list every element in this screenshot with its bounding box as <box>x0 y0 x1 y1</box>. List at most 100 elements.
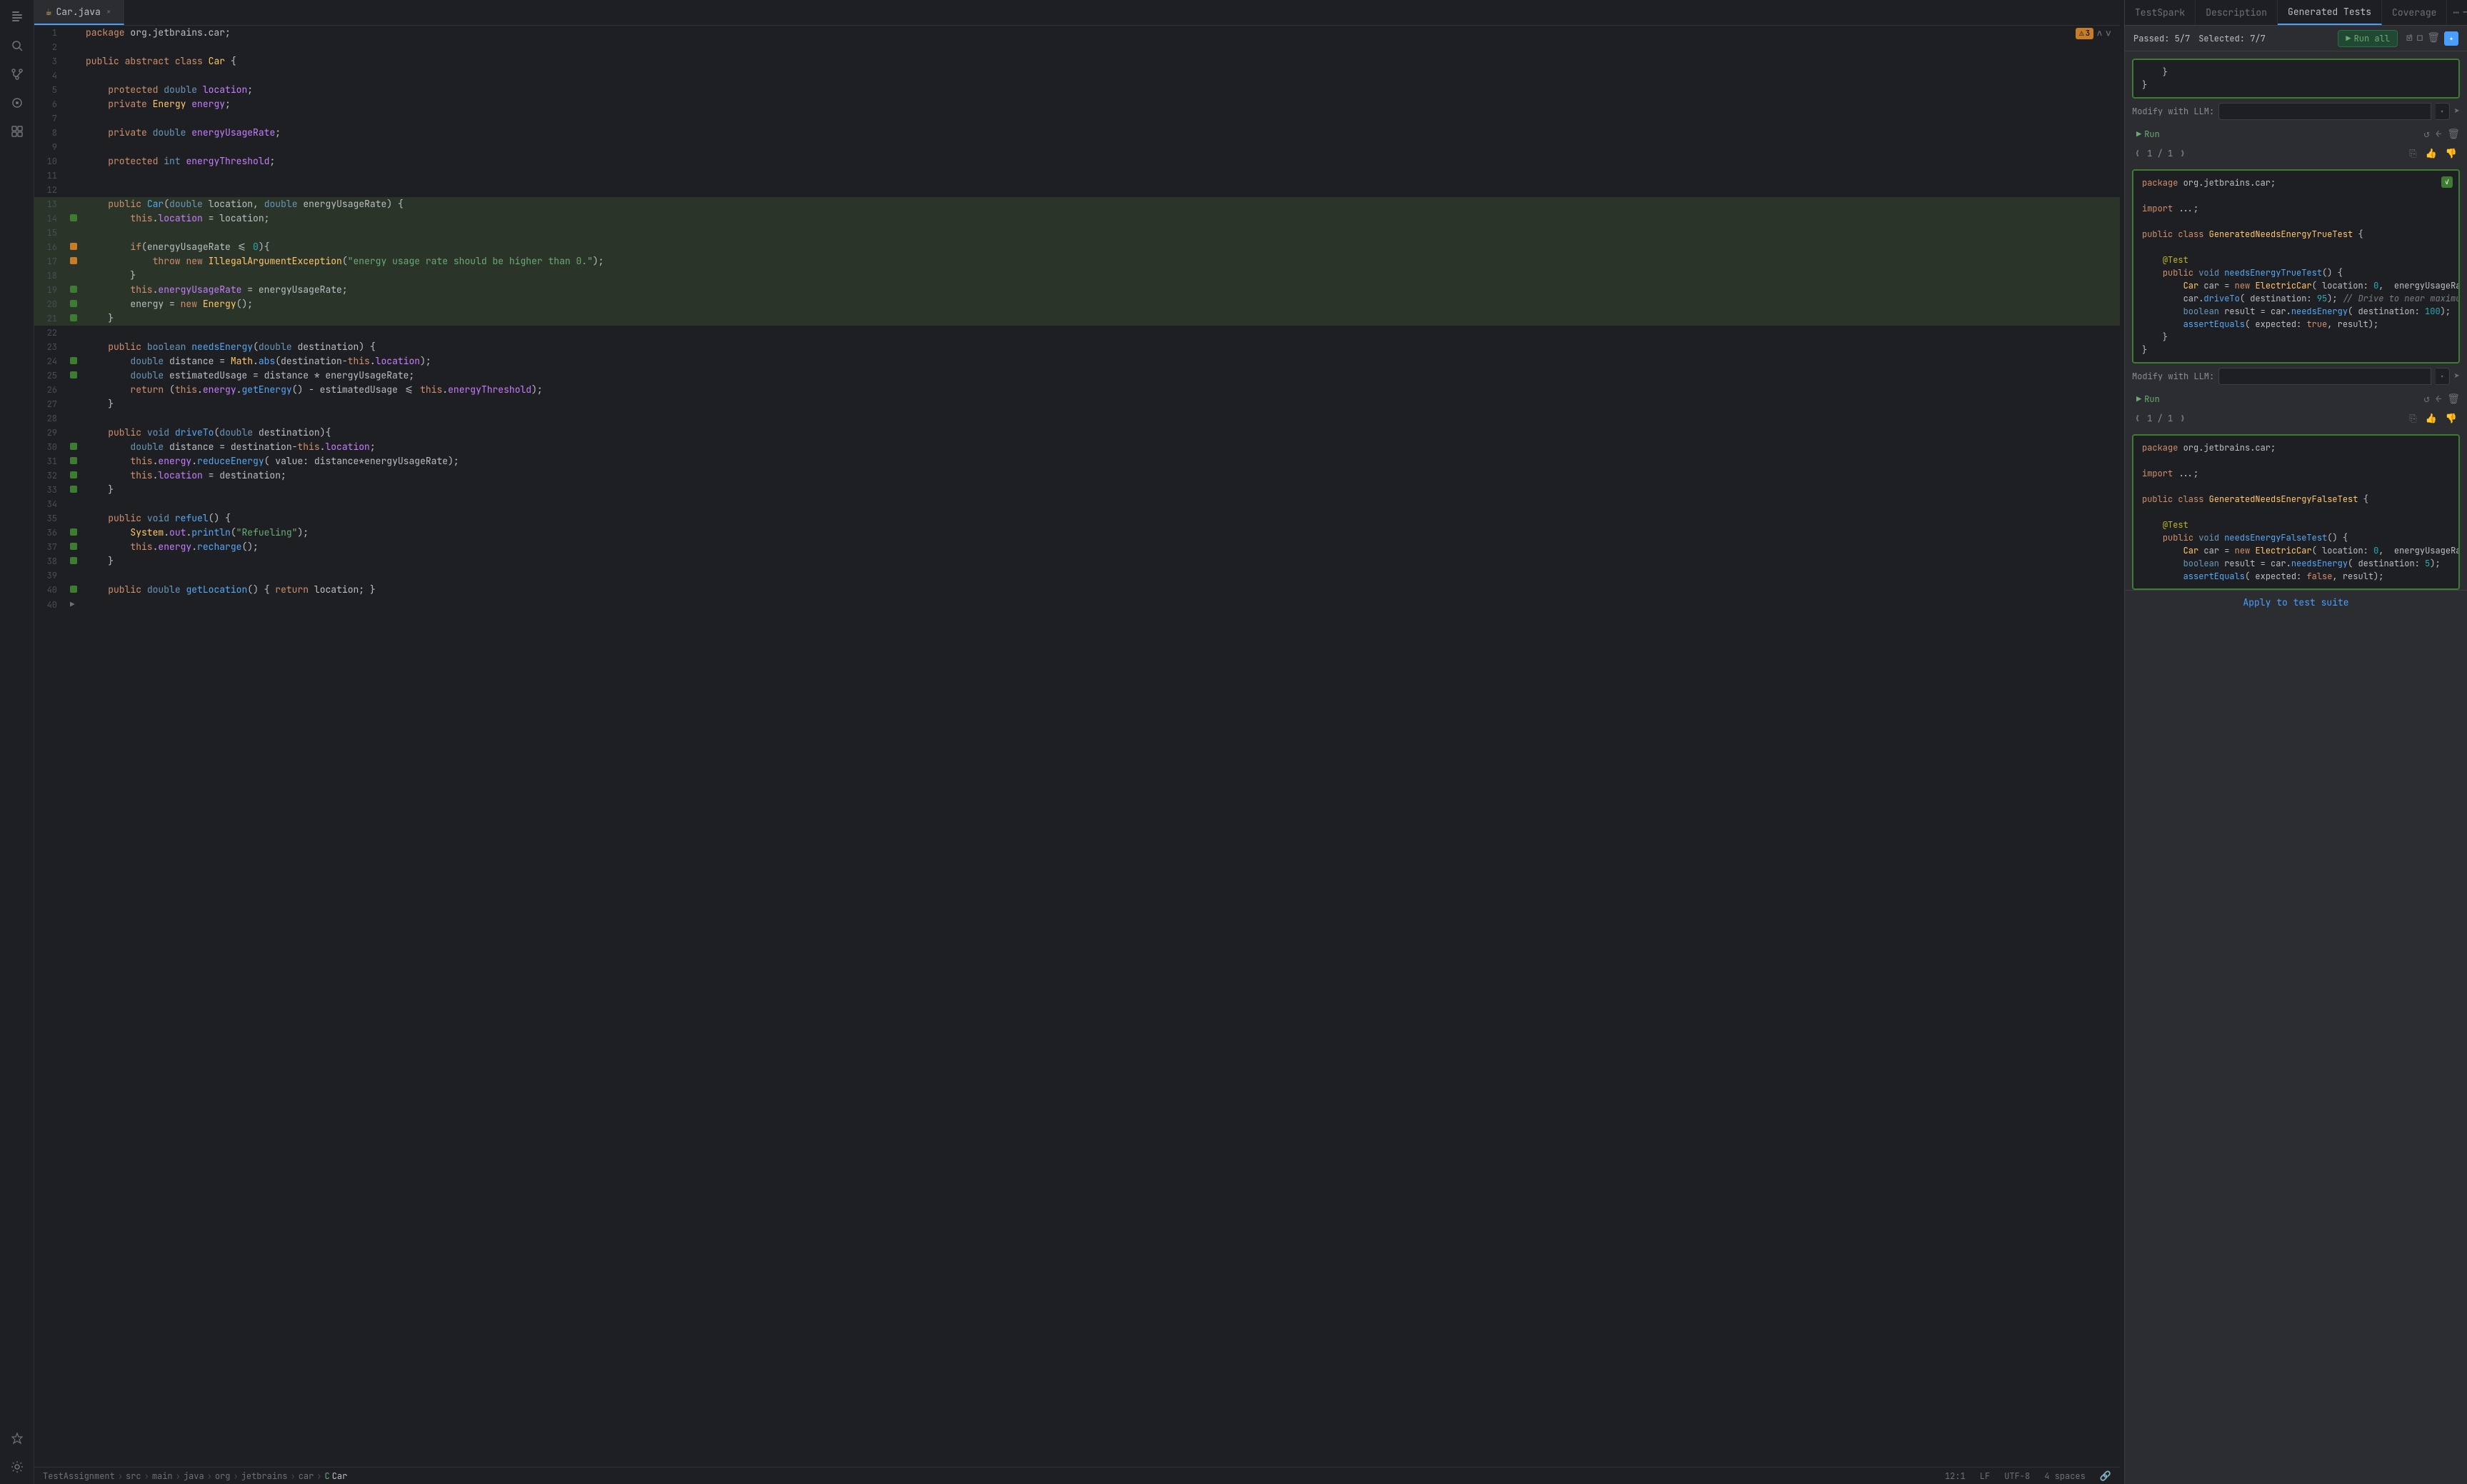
panel-minimize-icon[interactable]: ─ <box>2463 6 2467 19</box>
panel-content[interactable]: } } Modify with LLM: ▾ ➤ ▶ Run ↺ ← 🗑 ❮ 1… <box>2125 51 2467 1484</box>
run-button-1[interactable]: ▶ Run <box>2132 127 2164 141</box>
tab-description[interactable]: Description <box>2196 0 2278 25</box>
back-icon-2[interactable]: ← <box>2436 393 2441 406</box>
breadcrumb-item[interactable]: org <box>215 1470 231 1482</box>
run-all-button[interactable]: ▶ Run all <box>2338 30 2398 47</box>
breadcrumb-item[interactable]: main <box>152 1470 173 1482</box>
code-block-1: } } <box>2133 60 2458 97</box>
delete-icon-1[interactable]: 🗑 <box>2447 128 2460 141</box>
refresh-icon-1[interactable]: ↺ <box>2423 128 2429 141</box>
line-code <box>83 568 2120 583</box>
line-code <box>83 497 2120 511</box>
breadcrumb-item[interactable]: CCar <box>325 1470 348 1482</box>
modify-send-1[interactable]: ➤ <box>2454 105 2460 118</box>
activity-icon-extensions[interactable] <box>4 119 30 144</box>
line-gutter <box>69 554 83 568</box>
line-code: public void driveTo(double destination){ <box>83 426 2120 440</box>
line-gutter <box>69 226 83 240</box>
copy-icon-3[interactable]: ⎘ <box>2406 411 2419 426</box>
tab-coverage[interactable]: Coverage <box>2382 0 2447 25</box>
run-bar-actions-2: ↺ ← 🗑 <box>2423 393 2460 406</box>
line-code: } <box>83 483 2120 497</box>
line-number: 25 <box>34 369 69 383</box>
line-gutter <box>69 254 83 269</box>
modify-bar-1: Modify with LLM: ▾ ➤ <box>2125 99 2467 124</box>
apply-to-test-suite-button[interactable]: Apply to test suite <box>2125 590 2467 614</box>
breadcrumb-item[interactable]: jetbrains <box>241 1470 288 1482</box>
activity-icon-debug[interactable] <box>4 90 30 116</box>
breadcrumb-item[interactable]: TestAssignment <box>43 1470 115 1482</box>
deselect-all-icon[interactable]: ☐ <box>2417 31 2423 46</box>
tab-car-java[interactable]: ☕ Car.java × <box>34 0 124 25</box>
activity-icon-file[interactable] <box>4 4 30 30</box>
modify-dropdown-2[interactable]: ▾ <box>2436 368 2450 385</box>
line-gutter <box>69 483 83 497</box>
copy-icon-2[interactable]: ⎘ <box>2406 146 2419 161</box>
modify-label-1: Modify with LLM: <box>2132 106 2214 117</box>
table-row: 1 package org.jetbrains.car; <box>34 26 2120 40</box>
line-number: 16 <box>34 240 69 254</box>
next-arrow-3[interactable]: ❯ <box>2177 411 2188 426</box>
testspark-badge-icon[interactable]: ✦ <box>2444 31 2458 46</box>
line-gutter <box>69 354 83 369</box>
line-code: this.energyUsageRate = energyUsageRate; <box>83 283 2120 297</box>
line-code: throw new IllegalArgumentException("ener… <box>83 254 2120 269</box>
line-number: 29 <box>34 426 69 440</box>
modify-dropdown-1[interactable]: ▾ <box>2436 103 2450 120</box>
expand-icon[interactable]: ∧ <box>2096 27 2102 40</box>
collapse-icon[interactable]: ∨ <box>2106 27 2111 40</box>
modify-send-2[interactable]: ➤ <box>2454 370 2460 383</box>
code-editor[interactable]: ⚠ 3 ∧ ∨ 1 package org.jetbrains.car; 2 <box>34 26 2120 1467</box>
breadcrumb-item[interactable]: car <box>299 1470 314 1482</box>
modify-input-1[interactable] <box>2218 103 2431 120</box>
line-code <box>83 140 2120 154</box>
panel-tab-actions: ⋯ ─ □ <box>2447 0 2467 25</box>
panel-tabs: TestSpark Description Generated Tests Co… <box>2125 0 2467 26</box>
breadcrumb-item[interactable]: src <box>126 1470 141 1482</box>
breadcrumb-item[interactable]: java <box>184 1470 204 1482</box>
table-row: 25 double estimatedUsage = distance * en… <box>34 369 2120 383</box>
delete-icon-2[interactable]: 🗑 <box>2447 393 2460 406</box>
line-code: public void refuel() { <box>83 511 2120 526</box>
delete-all-icon[interactable]: 🗑 <box>2427 31 2440 46</box>
line-gutter <box>69 69 83 83</box>
tab-close-button[interactable]: × <box>105 6 113 19</box>
tab-generated-tests[interactable]: Generated Tests <box>2278 0 2382 25</box>
thumbup-icon-2[interactable]: 👍 <box>2423 146 2440 161</box>
run-button-2[interactable]: ▶ Run <box>2132 392 2164 406</box>
prev-arrow-2[interactable]: ❮ <box>2132 146 2143 161</box>
line-gutter <box>69 83 83 97</box>
tab-testspark[interactable]: TestSpark <box>2125 0 2196 25</box>
line-code: public abstract class Car { <box>83 54 2120 69</box>
modify-label-2: Modify with LLM: <box>2132 371 2214 382</box>
prev-arrow-3[interactable]: ❮ <box>2132 411 2143 426</box>
line-code: protected int energyThreshold; <box>83 154 2120 169</box>
line-gutter <box>69 326 83 340</box>
thumbup-icon-3[interactable]: 👍 <box>2423 411 2440 426</box>
modify-input-2[interactable] <box>2218 368 2431 385</box>
warning-badge: ⚠ 3 <box>2076 28 2093 39</box>
line-number: 24 <box>34 354 69 369</box>
line-number: 7 <box>34 111 69 126</box>
refresh-icon-2[interactable]: ↺ <box>2423 393 2429 406</box>
activity-icon-search[interactable] <box>4 33 30 59</box>
activity-icon-git[interactable] <box>4 61 30 87</box>
select-all-icon[interactable]: ☑ <box>2406 31 2413 46</box>
activity-icon-spark[interactable] <box>4 1425 30 1451</box>
line-code: System.out.println("Refueling"); <box>83 526 2120 540</box>
thumbdown-icon-2[interactable]: 👎 <box>2443 146 2460 161</box>
next-arrow-2[interactable]: ❯ <box>2177 146 2188 161</box>
line-gutter <box>69 169 83 183</box>
table-row: 40 public double getLocation() { return … <box>34 583 2120 597</box>
file-sync-icon: 🔗 <box>2100 1470 2111 1482</box>
test-card-2-checkbox[interactable]: ✓ <box>2441 176 2453 188</box>
back-icon-1[interactable]: ← <box>2436 128 2441 141</box>
table-row: 18 } <box>34 269 2120 283</box>
run-bar-1: ▶ Run ↺ ← 🗑 <box>2125 124 2467 144</box>
activity-icon-settings[interactable] <box>4 1454 30 1480</box>
thumbdown-icon-3[interactable]: 👎 <box>2443 411 2460 426</box>
code-block-2: package org.jetbrains.car; import ...; p… <box>2133 171 2458 362</box>
line-number: 3 <box>34 54 69 69</box>
line-number: 17 <box>34 254 69 269</box>
panel-more-icon[interactable]: ⋯ <box>2453 6 2458 19</box>
